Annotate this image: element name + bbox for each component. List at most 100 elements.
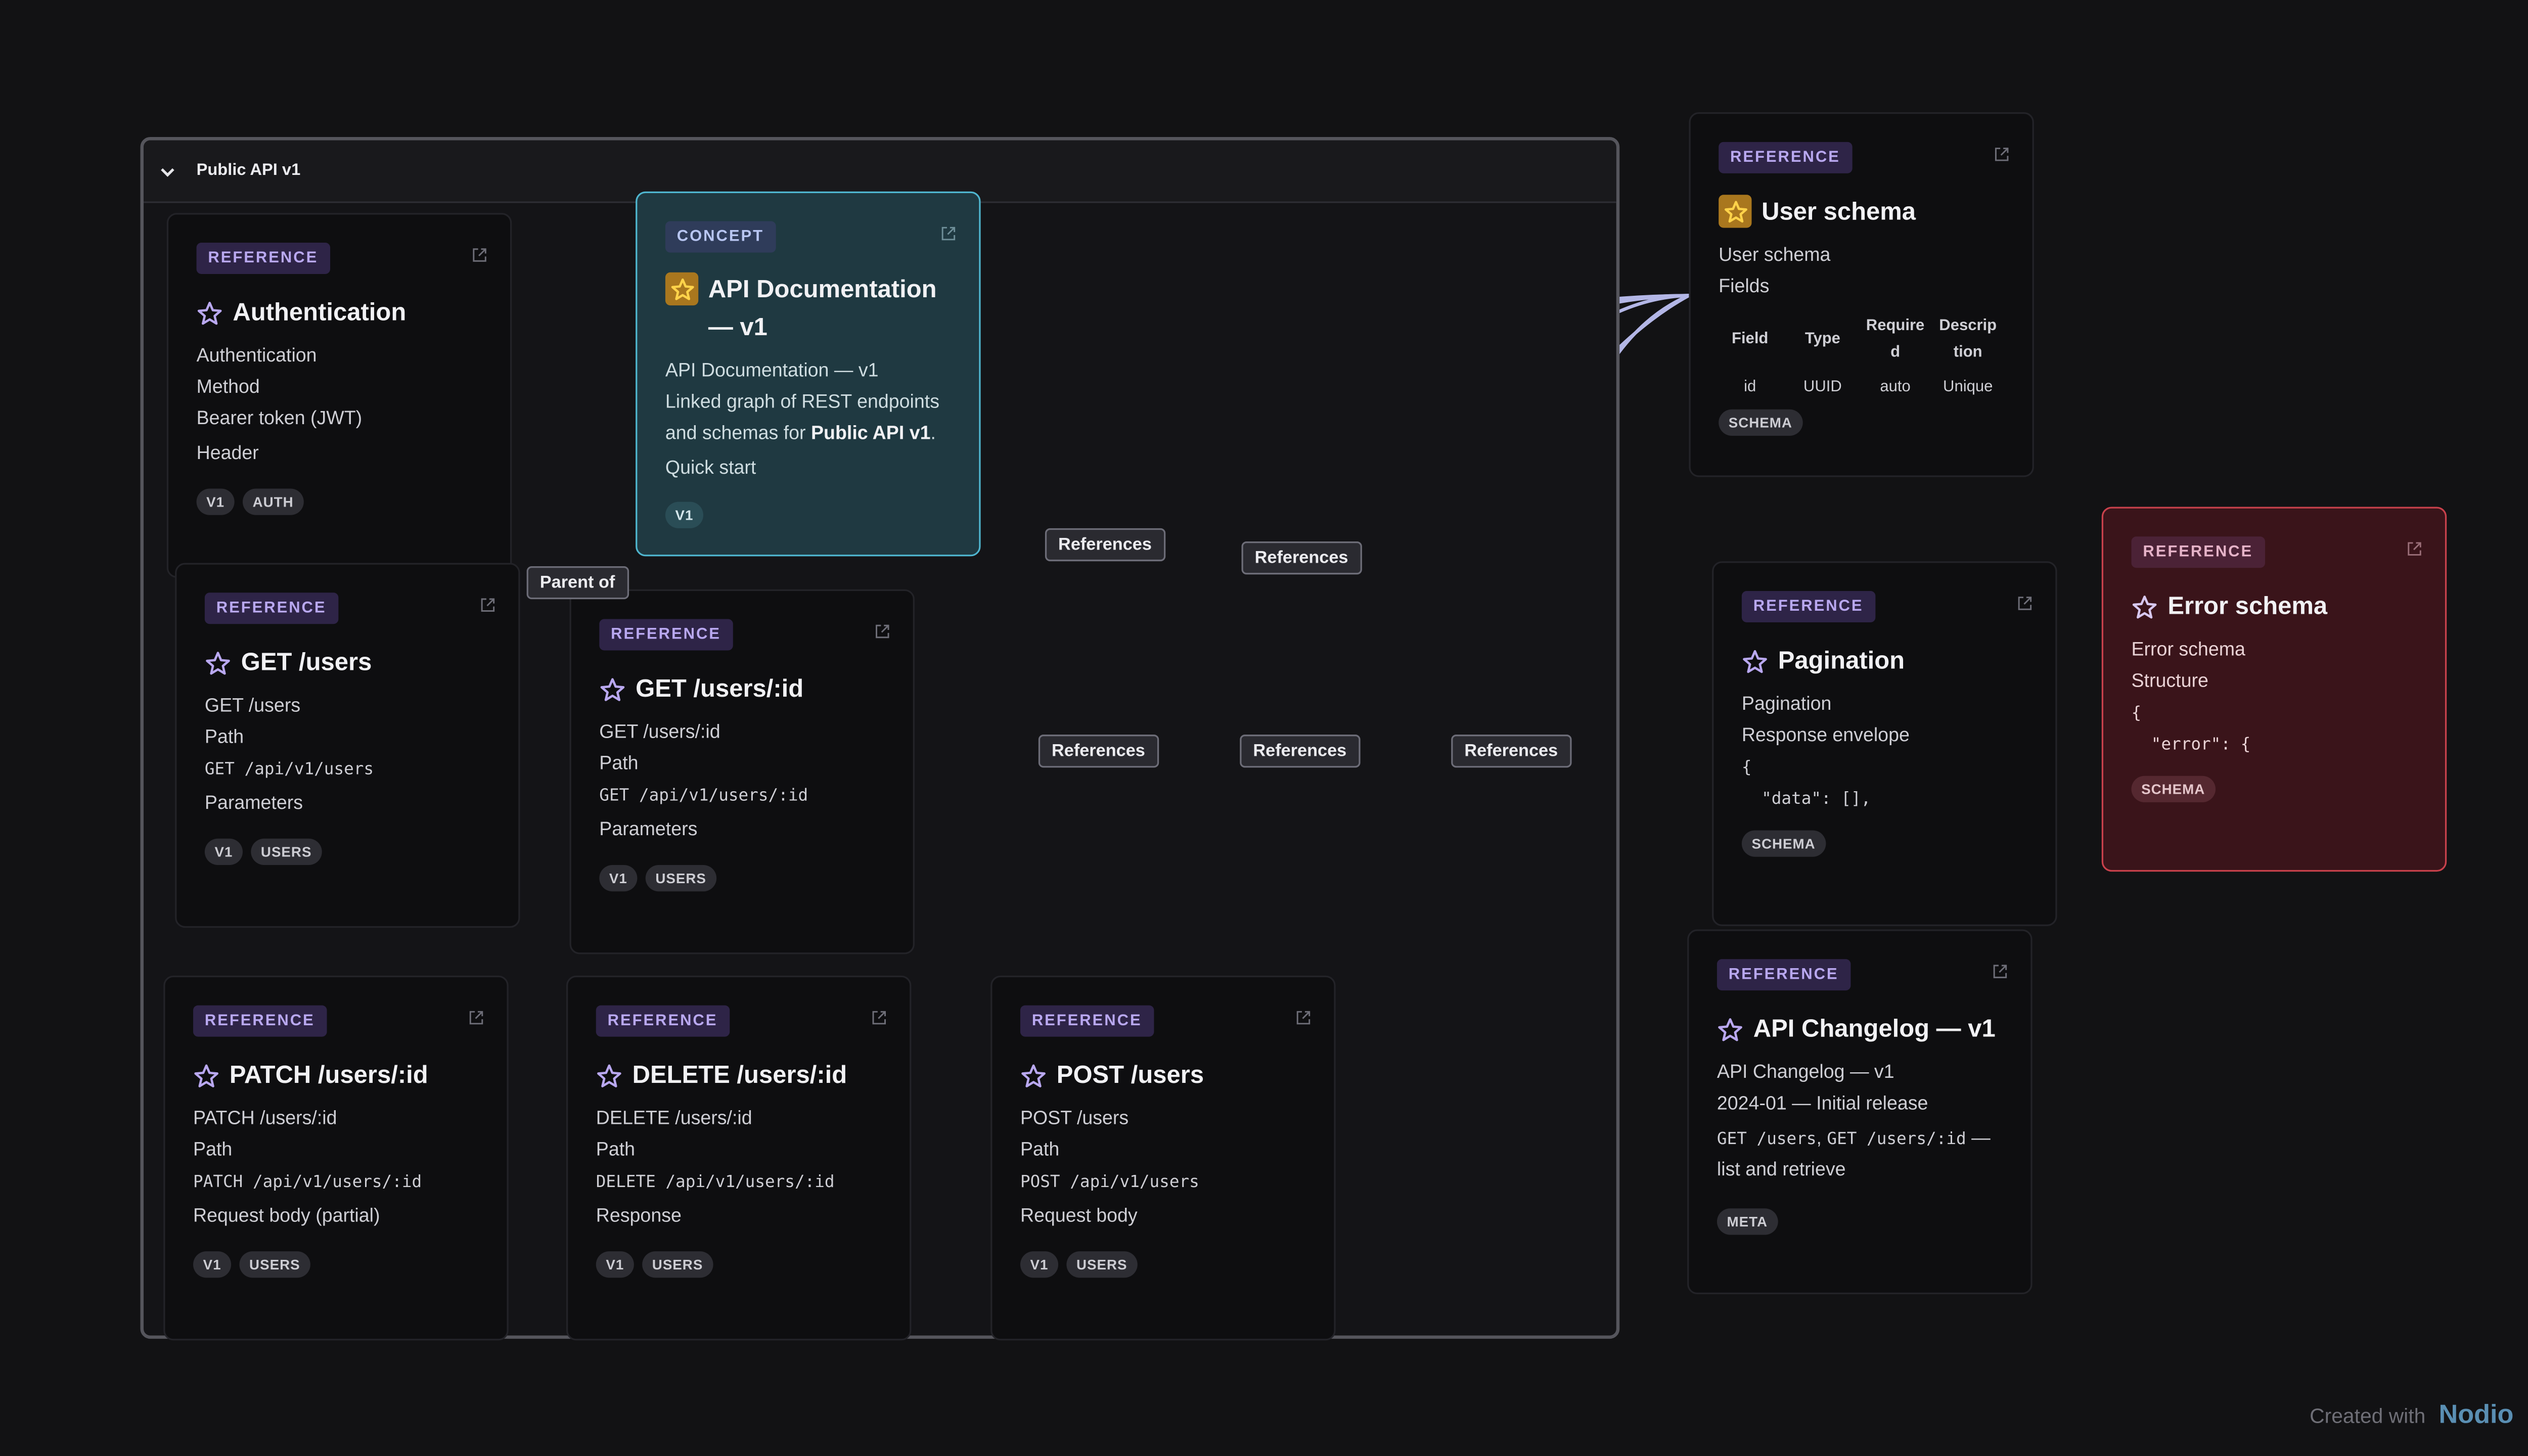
card-title: API Changelog — v1	[1717, 1010, 2008, 1048]
star-icon[interactable]	[1020, 1063, 1047, 1089]
tag[interactable]: V1	[596, 1251, 634, 1278]
table-row: id UUID auto Unique	[1744, 377, 1993, 396]
tag-list: V1 AUTH	[196, 488, 304, 515]
card-body: API Documentation — v1 Linked graph of R…	[665, 356, 959, 485]
star-icon[interactable]	[197, 300, 223, 327]
tag-list: V1 USERS	[1020, 1251, 1138, 1278]
star-icon[interactable]	[1742, 649, 1768, 675]
tag-list: SCHEMA	[2131, 776, 2215, 802]
star-icon[interactable]	[205, 651, 231, 677]
card-get-users-id[interactable]: REFERENCE GET /users/:id GET /users/:id …	[569, 589, 915, 954]
tag-list: V1 USERS	[193, 1251, 310, 1278]
star-icon[interactable]	[596, 1063, 622, 1089]
card-type-pill: CONCEPT	[665, 221, 776, 253]
card-authentication[interactable]: REFERENCE Authentication Authentication …	[166, 213, 512, 578]
tag[interactable]: USERS	[239, 1251, 310, 1278]
card-title: GET /users	[205, 644, 495, 681]
card-type-pill: REFERENCE	[599, 619, 733, 651]
card-type-pill: REFERENCE	[196, 242, 330, 275]
card-title: PATCH /users/:id	[193, 1057, 484, 1095]
card-delete-users-id[interactable]: REFERENCE DELETE /users/:id DELETE /user…	[566, 975, 912, 1341]
tag[interactable]: USERS	[1066, 1251, 1138, 1278]
card-type-pill: REFERENCE	[1717, 959, 1850, 991]
canvas[interactable]: Public API v1 REFERENCE Authentication A…	[0, 0, 2528, 1456]
fields-table: Field Type Require d Descrip tion id UUI…	[1713, 312, 2004, 404]
open-external-icon[interactable]	[472, 248, 487, 262]
open-external-icon[interactable]	[1296, 1010, 1311, 1025]
tag[interactable]: V1	[665, 502, 704, 528]
edge-label-parent-of[interactable]: Parent of	[526, 566, 628, 600]
open-external-icon[interactable]	[480, 598, 495, 612]
card-body: GET /users/:id Path GET /api/v1/users/:i…	[599, 723, 808, 841]
tag[interactable]: USERS	[645, 865, 716, 892]
card-type-pill: REFERENCE	[204, 593, 338, 624]
card-body: Pagination Response envelope { "data": […	[1741, 695, 1910, 809]
open-external-icon[interactable]	[872, 1010, 886, 1025]
edge-label-references[interactable]: References	[1451, 735, 1571, 768]
card-body: DELETE /users/:id Path DELETE /api/v1/us…	[596, 1109, 835, 1227]
tag-list: SCHEMA	[1741, 830, 1826, 857]
star-icon[interactable]	[193, 1063, 219, 1089]
star-icon[interactable]	[599, 677, 625, 703]
card-get-users[interactable]: REFERENCE GET /users GET /users Path GET…	[175, 563, 520, 928]
tag-list: V1 USERS	[204, 838, 322, 866]
tag[interactable]: META	[1717, 1208, 1778, 1235]
card-body: User schema Fields	[1719, 246, 1831, 297]
card-title: POST /users	[1020, 1057, 1311, 1095]
card-title: Error schema	[2132, 587, 2422, 625]
group-title: Public API v1	[196, 161, 301, 180]
card-body: POST /users Path POST /api/v1/users Requ…	[1020, 1109, 1199, 1227]
star-filled-icon[interactable]	[665, 272, 699, 306]
card-pagination[interactable]: REFERENCE Pagination Pagination Response…	[1712, 561, 2057, 926]
tag[interactable]: V1	[196, 488, 235, 515]
tag[interactable]: SCHEMA	[1719, 409, 1802, 436]
card-type-pill: REFERENCE	[193, 1005, 327, 1037]
tag[interactable]: V1	[599, 865, 638, 892]
open-external-icon[interactable]	[469, 1010, 483, 1025]
star-filled-icon[interactable]	[1719, 195, 1752, 228]
card-user-schema[interactable]: REFERENCE User schema User schema Fields…	[1689, 112, 2034, 477]
card-title: Authentication	[197, 294, 487, 332]
open-external-icon[interactable]	[1994, 147, 2009, 162]
star-icon[interactable]	[2132, 595, 2158, 621]
card-error-schema[interactable]: REFERENCE Error schema Error schema Stru…	[2101, 507, 2447, 872]
card-body: API Changelog — v1 2024-01 — Initial rel…	[1717, 1058, 2011, 1187]
card-api-documentation[interactable]: CONCEPT API Documentation — v1 API Docum…	[636, 191, 981, 557]
edge-label-references[interactable]: References	[1241, 541, 1362, 575]
table-header-row: Field Type Require d Descrip tion	[1731, 316, 1997, 362]
open-external-icon[interactable]	[2407, 541, 2422, 556]
card-body: Error schema Structure { "error": {	[2131, 640, 2251, 755]
tag-list: V1 USERS	[596, 1251, 713, 1278]
edge-label-references[interactable]: References	[1038, 735, 1159, 768]
tag-list: V1	[665, 502, 704, 528]
tag[interactable]: V1	[193, 1251, 232, 1278]
card-patch-users-id[interactable]: REFERENCE PATCH /users/:id PATCH /users/…	[163, 975, 509, 1341]
card-type-pill: REFERENCE	[1741, 590, 1875, 623]
created-with-text: Created with	[2310, 1404, 2426, 1428]
open-external-icon[interactable]	[1993, 964, 2007, 979]
star-icon[interactable]	[1717, 1017, 1743, 1043]
open-external-icon[interactable]	[2017, 596, 2032, 611]
open-external-icon[interactable]	[941, 226, 956, 241]
card-api-changelog[interactable]: REFERENCE API Changelog — v1 API Changel…	[1687, 929, 2033, 1294]
tag[interactable]: SCHEMA	[2131, 776, 2215, 802]
card-body: GET /users Path GET /api/v1/users Parame…	[204, 696, 374, 814]
card-type-pill: REFERENCE	[2131, 536, 2265, 568]
card-post-users[interactable]: REFERENCE POST /users POST /users Path P…	[990, 975, 1336, 1341]
tag[interactable]: USERS	[642, 1251, 713, 1278]
tag[interactable]: V1	[1020, 1251, 1059, 1278]
card-title: API Documentation — v1	[665, 271, 956, 347]
tag[interactable]: AUTH	[242, 488, 304, 515]
card-title: GET /users/:id	[599, 670, 890, 708]
card-body: PATCH /users/:id Path PATCH /api/v1/user…	[193, 1109, 422, 1227]
tag[interactable]: USERS	[251, 838, 322, 866]
tag[interactable]: SCHEMA	[1741, 830, 1826, 857]
edge-label-references[interactable]: References	[1240, 735, 1360, 768]
brand-name: Nodio	[2439, 1401, 2514, 1430]
chevron-down-icon[interactable]	[160, 164, 174, 177]
card-title: DELETE /users/:id	[596, 1057, 887, 1095]
open-external-icon[interactable]	[875, 624, 890, 639]
card-type-pill: REFERENCE	[1020, 1005, 1154, 1037]
edge-label-references[interactable]: References	[1045, 528, 1165, 562]
tag[interactable]: V1	[204, 838, 243, 866]
